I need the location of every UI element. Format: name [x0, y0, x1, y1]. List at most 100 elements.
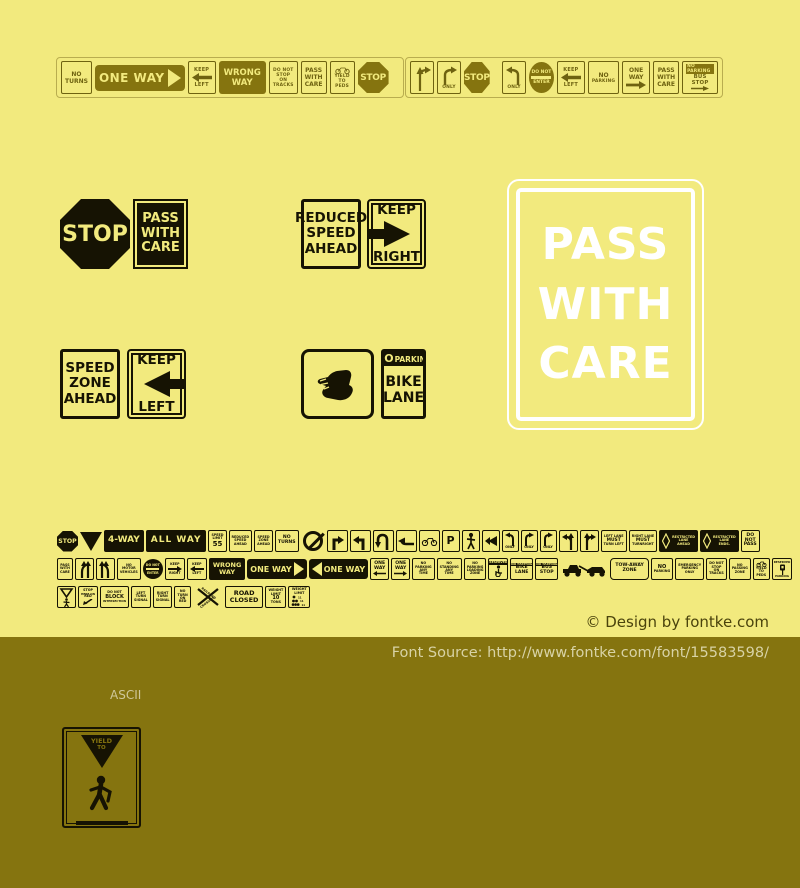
split-arrow-right-icon	[583, 533, 596, 550]
diamond-icon	[702, 533, 711, 549]
glyph-no-turns: NO TURNS	[275, 530, 299, 552]
glyph-yield-to-peds-bike: YIELD TO PEDS	[752, 558, 770, 580]
sign-yield-to-peds: YIELD TO PEDS	[329, 61, 355, 94]
arrow-right-icon	[394, 571, 408, 577]
sample-giant-pass-with-care: PASS WITH CARE	[507, 179, 704, 430]
sign-wrong-way: WRONG WAY	[218, 61, 266, 94]
glyph-stop-here-on-red: STOP HERE ON RED	[78, 586, 99, 608]
glyph-no-passing-zone: NO PASSING ZONE	[728, 558, 751, 580]
glyph-pedestrian	[461, 530, 480, 552]
glyph-one-way-right-small: ONE WAY	[391, 558, 411, 580]
svg-text:11: 11	[302, 603, 306, 606]
ground-line	[75, 821, 128, 825]
curve-right-arrow-icon	[544, 532, 554, 547]
sign-straight-or-right	[410, 61, 434, 94]
wheelchair-icon	[495, 564, 502, 577]
arrow-left-icon	[560, 73, 581, 82]
glyph-bicycle	[418, 530, 440, 552]
glyph-restricted-lane-ahead: RESTRICTED LANE AHEAD	[659, 530, 698, 552]
pedestrian-walking-icon	[82, 775, 122, 819]
yield-pedestrian-icon	[59, 587, 74, 607]
arrow-right-icon	[167, 68, 181, 87]
lane-merge-right-icon	[98, 561, 109, 578]
glyph-no-turn-on-red: NO TURN ON RED	[174, 586, 191, 608]
arrow-right-icon	[367, 221, 410, 247]
glyph-railroad-crossbuck: RAILROAD CROSSING	[192, 586, 223, 608]
glyph-wrong-way: WRONG WAY	[208, 558, 246, 580]
sign-keep-left: KEEP LEFT	[187, 61, 216, 94]
glyph-left-only-curve: ONLY	[501, 530, 519, 552]
glyph-do-not-stop-on-tracks: DO NOT STOP ON TRACKS	[706, 558, 727, 580]
glyph-right-only-curve: ONLY	[520, 530, 538, 552]
sample-speed-zone-ahead: SPEED ZONE AHEAD	[60, 349, 120, 419]
do-not-enter-bar-icon	[531, 76, 552, 79]
sign-pass-with-care: PASS WITH CARE	[300, 61, 327, 94]
top-sample-strip-right: ONLY STOP ONLY DO NOT ENTER KEEP LEFT NO…	[405, 57, 723, 98]
glyph-no-entry-slash	[300, 530, 325, 552]
railroad-crossbuck-icon: RAILROAD CROSSING	[197, 586, 219, 608]
do-not-enter-bar-icon	[146, 568, 160, 570]
arrow-turn-right-icon	[332, 536, 345, 550]
sample-no-parking-bike-lane: NO PARKING BIKE LANE	[381, 349, 426, 419]
glyph-row-1: STOP 4-WAY ALL WAY SPEED LIMIT 55 REDUCED…	[57, 530, 760, 552]
bottom-sample-yield-to-pedestrians: YIELD TO	[62, 727, 141, 828]
glyph-yield-here-to-pedestrians	[57, 586, 76, 608]
arrow-down-left-icon	[83, 598, 93, 605]
glyph-parking-meter: RESERVED PARKING	[771, 558, 793, 580]
sign-one-way-right: ONE WAY	[94, 64, 185, 91]
sample-reduced-speed-ahead: REDUCED SPEED AHEAD	[295, 199, 367, 269]
sign-one-way-right-2: ONE WAY	[622, 61, 651, 94]
encoding-label: ASCII	[110, 688, 142, 702]
font-source-link[interactable]: Font Source: http://www.fontke.com/font/…	[392, 645, 769, 661]
glyph-u-turn-arrow	[372, 530, 394, 552]
glyph-speed-limit-55: SPEED LIMIT 55	[208, 530, 227, 552]
arrow-merge-icon	[397, 537, 414, 546]
glyph-right-turn-signal: RIGHT TURN SIGNAL	[152, 586, 173, 608]
design-credit: © Design by fontke.com	[585, 613, 769, 631]
arrow-left-icon	[373, 571, 387, 577]
glyph-right-lane-must-turn-right-arrow	[579, 530, 599, 552]
tow-truck-icon	[563, 565, 606, 577]
glyph-no-parking-bus-stop: NO PARKING BUS STOP	[535, 558, 559, 580]
top-sample-strip-left: NO TURNS ONE WAY KEEP LEFT WRONG WAY DO NO…	[56, 57, 404, 98]
glyph-do-not-enter-circle: DO NOT ENTER	[142, 559, 163, 579]
hand-pointing-icon	[484, 536, 497, 546]
glyph-keep-right: KEEP RIGHT	[164, 558, 185, 580]
svg-text:11: 11	[300, 599, 304, 603]
glyph-weight-limit-10-tons: WEIGHT LIMIT 10 TONS	[265, 586, 287, 608]
font-specimen-page: NO TURNS ONE WAY KEEP LEFT WRONG WAY DO NO…	[0, 0, 800, 888]
arrow-left-icon	[191, 73, 212, 82]
glyph-one-way-left-long: ONE WAY	[308, 559, 369, 579]
glyph-no-parking: NO PARKING	[650, 558, 674, 580]
prohibition-circle-icon	[302, 531, 323, 551]
arrow-right-icon	[626, 80, 647, 89]
bicycle-icon	[421, 538, 437, 546]
glyph-no-standing-any-time: NO STANDING ANY TIME	[436, 558, 462, 580]
glyph-restricted-lane-ends: RESTRICTED LANE ENDS.	[699, 530, 739, 552]
glyph-keep-left: KEEP LEFT	[186, 558, 207, 580]
giant-sign-text: PASS WITH CARE	[537, 219, 674, 390]
glyph-all-way: ALL WAY	[145, 530, 207, 552]
sample-stop-sign: STOP	[60, 199, 130, 269]
sign-do-not-enter: DO NOT ENTER	[529, 62, 554, 93]
parking-meter-icon	[779, 564, 785, 575]
glyph-parking-p: P	[441, 530, 460, 552]
glyph-right-lane-must-turn-right: RIGHT LANE MUST TURNRIGHT	[628, 530, 658, 552]
bicycle-icon	[334, 67, 350, 74]
sign-stop-octagon: STOP	[357, 62, 389, 93]
yield-triangle-icon: YIELD TO	[80, 735, 123, 768]
glyph-no-parking-any-time: NO PARKING ANY TIME	[412, 558, 435, 580]
glyph-4-way: 4-WAY	[104, 530, 144, 552]
lane-merge-left-icon	[80, 561, 91, 578]
curve-right-arrow-icon	[525, 532, 535, 547]
curve-right-arrow-icon	[443, 66, 457, 85]
glyph-row-2: PASSWITHCARE NOMOTORVEHICLES DO NOT	[57, 558, 793, 580]
arrow-left-icon	[311, 562, 322, 576]
glyph-right-only-curve-2: ONLY	[539, 530, 557, 552]
curve-left-arrow-icon	[505, 532, 515, 547]
sign-stop-octagon-2: STOP	[464, 62, 490, 93]
glyph-yield-triangle	[80, 531, 102, 551]
arrow-right-icon	[293, 562, 304, 576]
glyph-left-lane-must-turn-left-arrow	[558, 530, 578, 552]
sign-keep-left-2: KEEP LEFT	[556, 61, 585, 94]
